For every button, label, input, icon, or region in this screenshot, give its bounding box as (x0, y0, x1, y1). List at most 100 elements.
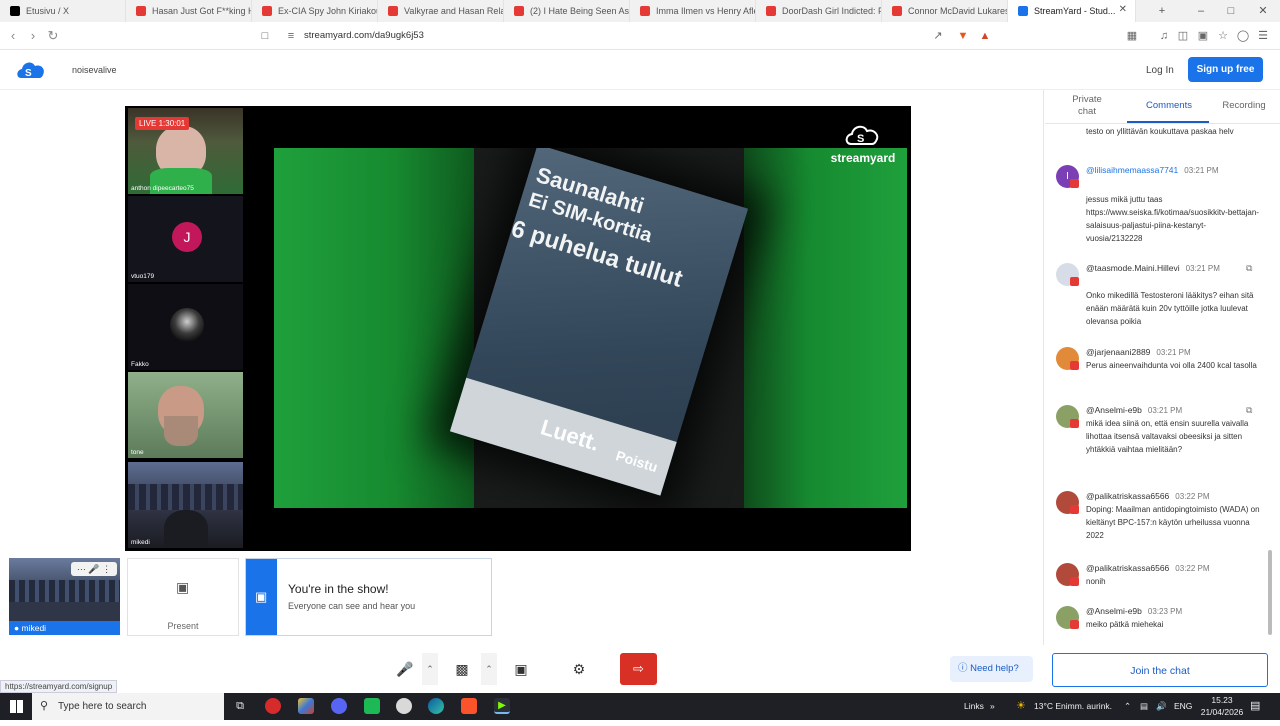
svg-text:S: S (25, 68, 32, 79)
browser-tab-strip: Etusivu / X Hasan Just Got F**king H... Ex… (0, 0, 1280, 22)
youtube-icon (1070, 179, 1079, 188)
microphone-icon[interactable]: 🎤 (390, 653, 420, 685)
app-icon[interactable] (298, 698, 314, 714)
participant-name: tone (131, 449, 144, 456)
media-icon[interactable]: ♫ (1157, 29, 1171, 43)
edge-icon[interactable] (428, 698, 444, 714)
login-link[interactable]: Log In (1146, 65, 1174, 76)
mic-options-chevron-icon[interactable]: ⌃ (422, 653, 438, 685)
bookmark-icon[interactable]: □ (258, 29, 272, 43)
browser-tab[interactable]: DoorDash Girl Indicted: Fa... (756, 0, 882, 22)
tab-favicon-icon (640, 6, 650, 16)
self-preview-tile[interactable]: ··· 🎤 ⋮ ● mikedi (9, 558, 120, 635)
url-field[interactable]: streamyard.com/da9ugk6j53 (304, 30, 424, 41)
brave-icon[interactable] (461, 698, 477, 714)
reload-icon[interactable]: ↻ (44, 27, 62, 45)
browser-tab[interactable]: Etusivu / X (0, 0, 126, 22)
browser-tab[interactable]: Connor McDavid Lukares... (882, 0, 1008, 22)
person-icon: ● (14, 623, 22, 633)
app-icon[interactable] (364, 698, 380, 714)
tab-close-icon[interactable]: ✕ (1119, 4, 1127, 15)
leave-studio-button[interactable]: ⇨ (620, 653, 657, 685)
in-show-accent: ▣ (246, 559, 277, 635)
city-skyline (9, 580, 120, 602)
browser-tab[interactable]: Imma Ilmen vs Henry Afle... (630, 0, 756, 22)
in-show-banner: ▣ You're in the show! Everyone can see a… (245, 558, 492, 636)
comment-username: @palikatriskassa6566 (1086, 491, 1170, 501)
volume-icon[interactable]: 🔊 (1156, 693, 1167, 720)
settings-gear-icon[interactable]: ⚙ (564, 653, 594, 685)
add-to-stage-icon[interactable]: ⧉ (1246, 263, 1252, 274)
participant-tile[interactable]: mikedi (128, 462, 243, 548)
close-window-button[interactable]: ✕ (1248, 0, 1278, 22)
scrollbar-thumb[interactable] (1268, 550, 1272, 635)
broadcast-stage: anthon dipeecarteo75 LIVE 1:30:01 J vtuo… (125, 106, 911, 551)
tab-favicon-icon (514, 6, 524, 16)
comment-username: @palikatriskassa6566 (1086, 563, 1170, 573)
app-header (0, 50, 1280, 90)
weather-text[interactable]: 13°C Enimm. aurink. (1034, 693, 1112, 720)
comment-time: 03:21 PM (1184, 166, 1219, 175)
discord-icon[interactable] (331, 698, 347, 714)
join-chat-button[interactable]: Join the chat (1052, 653, 1268, 687)
participant-tile[interactable]: J vtuo179 (128, 196, 243, 282)
browser-tab[interactable]: (2) I Hate Being Seen As Th... (504, 0, 630, 22)
site-info-icon[interactable]: ≡ (284, 29, 298, 43)
vpn-icon[interactable]: ◯ (1236, 29, 1250, 43)
tray-chevron-icon[interactable]: » (990, 693, 995, 720)
self-tile-controls[interactable]: ··· 🎤 ⋮ (71, 562, 117, 576)
extensions-icon[interactable]: ▦ (1125, 29, 1139, 43)
comment-text: Doping: Maailman antidopingtoimisto (WAD… (1086, 505, 1260, 540)
youtube-icon (1070, 419, 1079, 428)
share-icon[interactable]: ↗ (931, 29, 945, 43)
streamyard-watermark-icon: S (845, 125, 879, 145)
network-icon[interactable]: ▤ (1140, 693, 1148, 720)
camera-icon[interactable]: ▩ (447, 653, 477, 685)
new-tab-button[interactable]: + (1147, 0, 1177, 22)
camera-options-chevron-icon[interactable]: ⌃ (481, 653, 497, 685)
in-show-title: You're in the show! (288, 582, 389, 596)
forward-icon[interactable]: › (24, 27, 42, 45)
comment-time: 03:21 PM (1156, 348, 1191, 357)
phone-screen: Saunalahti Ei SIM-korttia 6 puhelua tull… (449, 148, 749, 496)
participant-tile[interactable]: tone (128, 372, 243, 458)
windows-start-icon[interactable] (10, 700, 23, 713)
self-name: mikedi (21, 623, 47, 633)
opera-icon[interactable] (265, 698, 281, 714)
browser-tab[interactable]: Ex-CIA Spy John Kiriakou ... (252, 0, 378, 22)
wallet-icon[interactable]: ▣ (1196, 29, 1210, 43)
taskbar-search[interactable]: ⚲ Type here to search (32, 693, 224, 720)
app-icon[interactable]: ▶ (494, 698, 510, 714)
back-icon[interactable]: ‹ (4, 27, 22, 45)
panel-divider (1045, 123, 1280, 124)
clock-date[interactable]: 21/04/2026 (1198, 699, 1246, 726)
maximize-button[interactable]: □ (1216, 0, 1246, 22)
participant-name: anthon dipeecarteo75 (131, 185, 194, 192)
streamyard-logo-icon[interactable]: S (14, 56, 48, 84)
browser-tab[interactable]: StreamYard - Stud... ✕ (1008, 0, 1136, 22)
browser-tab[interactable]: Valkyrae and Hasan Relat... (378, 0, 504, 22)
browser-tab[interactable]: Hasan Just Got F**king H... (126, 0, 252, 22)
tray-overflow-icon[interactable]: ⌃ (1124, 693, 1131, 720)
app-icon[interactable] (396, 698, 412, 714)
tab-title: Hasan Just Got F**king H... (152, 6, 252, 16)
signup-button[interactable]: Sign up free (1188, 57, 1263, 82)
language-indicator[interactable]: ENG (1174, 693, 1192, 720)
notifications-icon[interactable]: ▤ (1250, 693, 1260, 720)
leo-icon[interactable]: ☆ (1216, 29, 1230, 43)
task-view-icon[interactable]: ⧉ (232, 698, 248, 714)
links-toolbar[interactable]: Links (964, 693, 984, 720)
sidebar-icon[interactable]: ◫ (1176, 29, 1190, 43)
brave-shield-icon[interactable]: ▼ (956, 29, 970, 43)
minimize-button[interactable]: – (1186, 0, 1216, 22)
comment-author: @jarjenaani2889 03:21 PM (1086, 347, 1191, 357)
need-help-button[interactable]: ⓘ Need help? (950, 656, 1033, 682)
weather-sun-icon[interactable]: ☀ (1016, 693, 1026, 720)
add-to-stage-icon[interactable]: ⧉ (1246, 405, 1252, 416)
menu-icon[interactable]: ☰ (1256, 29, 1270, 43)
youtube-icon (1070, 277, 1079, 286)
present-button[interactable]: ▣ Present (127, 558, 239, 636)
share-screen-icon[interactable]: ▣ (506, 653, 536, 685)
rewards-icon[interactable]: ▲ (978, 29, 992, 43)
participant-tile[interactable]: Fakko (128, 284, 243, 370)
